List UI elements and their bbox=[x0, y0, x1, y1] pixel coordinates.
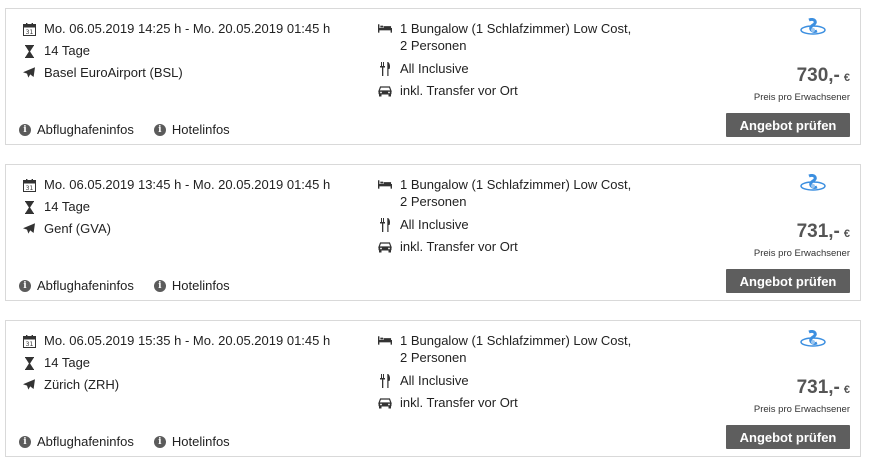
cutlery-icon bbox=[378, 374, 392, 388]
board-text: All Inclusive bbox=[400, 217, 469, 232]
dates-text: Mo. 06.05.2019 15:35 h - Mo. 20.05.2019 … bbox=[44, 333, 331, 348]
info-icon: i bbox=[19, 123, 31, 136]
bed-icon bbox=[378, 21, 392, 35]
tour-operator-logo bbox=[800, 18, 826, 40]
calendar-icon: 31 bbox=[22, 22, 36, 36]
hotel-info-label: Hotelinfos bbox=[171, 278, 230, 293]
duration-row: 14 Tage bbox=[22, 355, 90, 371]
airplane-icon bbox=[22, 66, 36, 80]
board-row: All Inclusive bbox=[378, 216, 469, 233]
cutlery-icon bbox=[378, 218, 392, 232]
dates-text: Mo. 06.05.2019 14:25 h - Mo. 20.05.2019 … bbox=[44, 21, 331, 36]
room-text: 1 Bungalow (1 Schlafzimmer) Low Cost, 2 … bbox=[400, 333, 632, 365]
airport-info-link[interactable]: i Abflughafeninfos bbox=[19, 434, 134, 449]
hotel-info-link[interactable]: i Hotelinfos bbox=[153, 122, 230, 137]
info-icon: i bbox=[19, 435, 31, 448]
duration-row: 14 Tage bbox=[22, 199, 90, 215]
hotel-info-link[interactable]: i Hotelinfos bbox=[153, 434, 230, 449]
board-text: All Inclusive bbox=[400, 373, 469, 388]
date-row: 31 Mo. 06.05.2019 15:35 h - Mo. 20.05.20… bbox=[22, 333, 330, 349]
hotel-info-label: Hotelinfos bbox=[171, 434, 230, 449]
airport-info-label: Abflughafeninfos bbox=[37, 278, 134, 293]
airport-info-label: Abflughafeninfos bbox=[37, 122, 134, 137]
check-offer-button[interactable]: Angebot prüfen bbox=[726, 113, 850, 137]
hotel-info-label: Hotelinfos bbox=[171, 122, 230, 137]
price-note: Preis pro Erwachsener bbox=[753, 92, 850, 103]
info-icon: i bbox=[153, 123, 166, 136]
car-icon bbox=[378, 396, 392, 410]
tour-operator-logo bbox=[800, 330, 826, 352]
calendar-icon: 31 bbox=[22, 334, 36, 348]
transfer-text: inkl. Transfer vor Ort bbox=[400, 239, 518, 254]
info-links: i Abflughafeninfos i Hotelinfos bbox=[19, 434, 250, 449]
dates-text: Mo. 06.05.2019 13:45 h - Mo. 20.05.2019 … bbox=[44, 177, 331, 192]
transfer-row: inkl. Transfer vor Ort bbox=[378, 394, 518, 411]
room-row: 1 Bungalow (1 Schlafzimmer) Low Cost, 2 … bbox=[378, 20, 640, 54]
board-row: All Inclusive bbox=[378, 60, 469, 77]
info-icon: i bbox=[153, 279, 166, 292]
price: 731,- € bbox=[797, 377, 850, 399]
car-icon bbox=[378, 84, 392, 98]
airplane-icon bbox=[22, 378, 36, 392]
offer-card: 31 Mo. 06.05.2019 13:45 h - Mo. 20.05.20… bbox=[5, 164, 861, 301]
date-row: 31 Mo. 06.05.2019 13:45 h - Mo. 20.05.20… bbox=[22, 177, 330, 193]
price-amount: 730,- bbox=[796, 65, 840, 86]
svg-text:31: 31 bbox=[25, 185, 33, 192]
price: 730,- € bbox=[797, 65, 850, 87]
price-note: Preis pro Erwachsener bbox=[753, 404, 850, 415]
price: 731,- € bbox=[797, 221, 850, 243]
check-offer-button[interactable]: Angebot prüfen bbox=[726, 269, 850, 293]
price-amount: 731,- bbox=[796, 377, 840, 398]
duration-text: 14 Tage bbox=[44, 43, 91, 58]
price-note: Preis pro Erwachsener bbox=[753, 248, 850, 259]
board-row: All Inclusive bbox=[378, 372, 469, 389]
price-amount: 731,- bbox=[796, 221, 840, 242]
car-icon bbox=[378, 240, 392, 254]
airport-info-link[interactable]: i Abflughafeninfos bbox=[19, 278, 134, 293]
svg-text:31: 31 bbox=[25, 29, 33, 36]
duration-row: 14 Tage bbox=[22, 43, 90, 59]
hourglass-icon bbox=[22, 44, 36, 58]
airport-row: Basel EuroAirport (BSL) bbox=[22, 65, 183, 81]
hotel-info-link[interactable]: i Hotelinfos bbox=[153, 278, 230, 293]
room-text: 1 Bungalow (1 Schlafzimmer) Low Cost, 2 … bbox=[400, 21, 632, 53]
cutlery-icon bbox=[378, 62, 392, 76]
airport-row: Genf (GVA) bbox=[22, 221, 111, 237]
duration-text: 14 Tage bbox=[44, 355, 91, 370]
airport-text: Genf (GVA) bbox=[44, 221, 111, 236]
offer-card: 31 Mo. 06.05.2019 15:35 h - Mo. 20.05.20… bbox=[5, 320, 861, 457]
bed-icon bbox=[378, 177, 392, 191]
svg-text:31: 31 bbox=[25, 341, 33, 348]
room-row: 1 Bungalow (1 Schlafzimmer) Low Cost, 2 … bbox=[378, 332, 640, 366]
airport-info-label: Abflughafeninfos bbox=[37, 434, 134, 449]
duration-text: 14 Tage bbox=[44, 199, 91, 214]
price-currency: € bbox=[843, 384, 850, 396]
transfer-text: inkl. Transfer vor Ort bbox=[400, 395, 518, 410]
info-icon: i bbox=[19, 279, 31, 292]
transfer-row: inkl. Transfer vor Ort bbox=[378, 238, 518, 255]
transfer-text: inkl. Transfer vor Ort bbox=[400, 83, 518, 98]
info-links: i Abflughafeninfos i Hotelinfos bbox=[19, 122, 250, 137]
calendar-icon: 31 bbox=[22, 178, 36, 192]
price-currency: € bbox=[843, 72, 850, 84]
bed-icon bbox=[378, 333, 392, 347]
tour-operator-logo bbox=[800, 174, 826, 196]
check-offer-button[interactable]: Angebot prüfen bbox=[726, 425, 850, 449]
hourglass-icon bbox=[22, 200, 36, 214]
room-text: 1 Bungalow (1 Schlafzimmer) Low Cost, 2 … bbox=[400, 177, 632, 209]
airport-text: Basel EuroAirport (BSL) bbox=[44, 65, 183, 80]
board-text: All Inclusive bbox=[400, 61, 469, 76]
airport-text: Zürich (ZRH) bbox=[44, 377, 120, 392]
airport-info-link[interactable]: i Abflughafeninfos bbox=[19, 122, 134, 137]
transfer-row: inkl. Transfer vor Ort bbox=[378, 82, 518, 99]
date-row: 31 Mo. 06.05.2019 14:25 h - Mo. 20.05.20… bbox=[22, 21, 330, 37]
room-row: 1 Bungalow (1 Schlafzimmer) Low Cost, 2 … bbox=[378, 176, 640, 210]
offer-card: 31 Mo. 06.05.2019 14:25 h - Mo. 20.05.20… bbox=[5, 8, 861, 145]
airport-row: Zürich (ZRH) bbox=[22, 377, 119, 393]
info-icon: i bbox=[153, 435, 166, 448]
price-currency: € bbox=[843, 228, 850, 240]
hourglass-icon bbox=[22, 356, 36, 370]
airplane-icon bbox=[22, 222, 36, 236]
info-links: i Abflughafeninfos i Hotelinfos bbox=[19, 278, 250, 293]
